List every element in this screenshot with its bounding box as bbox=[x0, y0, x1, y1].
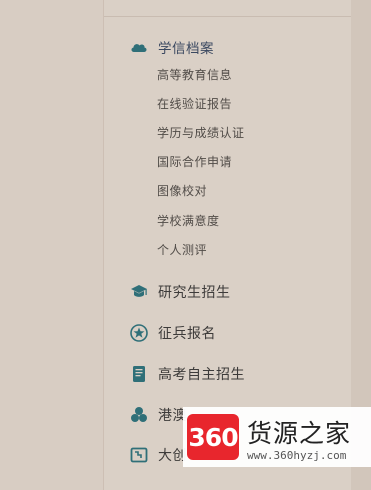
cloud-icon bbox=[130, 38, 148, 56]
watermark-logo: 360 bbox=[187, 414, 239, 460]
nav-section-label: 征兵报名 bbox=[158, 326, 216, 342]
nav-section-label: 学信档案 bbox=[158, 41, 214, 57]
nav-item-image-proofreading[interactable]: 图像校对 bbox=[157, 183, 207, 199]
watermark-url: www.360hyzj.com bbox=[247, 449, 347, 462]
cluster-icon bbox=[130, 406, 148, 424]
nav-item-degree-grade-certification[interactable]: 学历与成绩认证 bbox=[157, 125, 245, 141]
star-badge-icon bbox=[130, 324, 148, 342]
nav-section-innovation[interactable]: 大创 bbox=[130, 445, 187, 465]
nav-section-hk-macao[interactable]: 港澳 bbox=[130, 405, 187, 425]
graduation-cap-icon bbox=[130, 283, 148, 301]
nav-section-military-enlistment[interactable]: 征兵报名 bbox=[130, 323, 216, 343]
top-divider bbox=[104, 16, 351, 17]
board-icon bbox=[130, 446, 148, 464]
scroll-icon bbox=[130, 365, 148, 383]
nav-section-independent-admission[interactable]: 高考自主招生 bbox=[130, 364, 245, 384]
nav-section-label: 研究生招生 bbox=[158, 285, 231, 301]
nav-item-international-cooperation[interactable]: 国际合作申请 bbox=[157, 154, 232, 170]
watermark-title: 货源之家 bbox=[247, 419, 352, 448]
nav-item-personal-assessment[interactable]: 个人测评 bbox=[157, 242, 207, 258]
nav-section-xuexin-archive[interactable]: 学信档案 bbox=[130, 37, 214, 57]
nav-section-label: 高考自主招生 bbox=[158, 367, 245, 383]
nav-item-higher-education-info[interactable]: 高等教育信息 bbox=[157, 67, 232, 83]
nav-item-online-verification-report[interactable]: 在线验证报告 bbox=[157, 96, 232, 112]
nav-section-graduate-admission[interactable]: 研究生招生 bbox=[130, 282, 231, 302]
nav-item-school-satisfaction[interactable]: 学校满意度 bbox=[157, 213, 220, 229]
